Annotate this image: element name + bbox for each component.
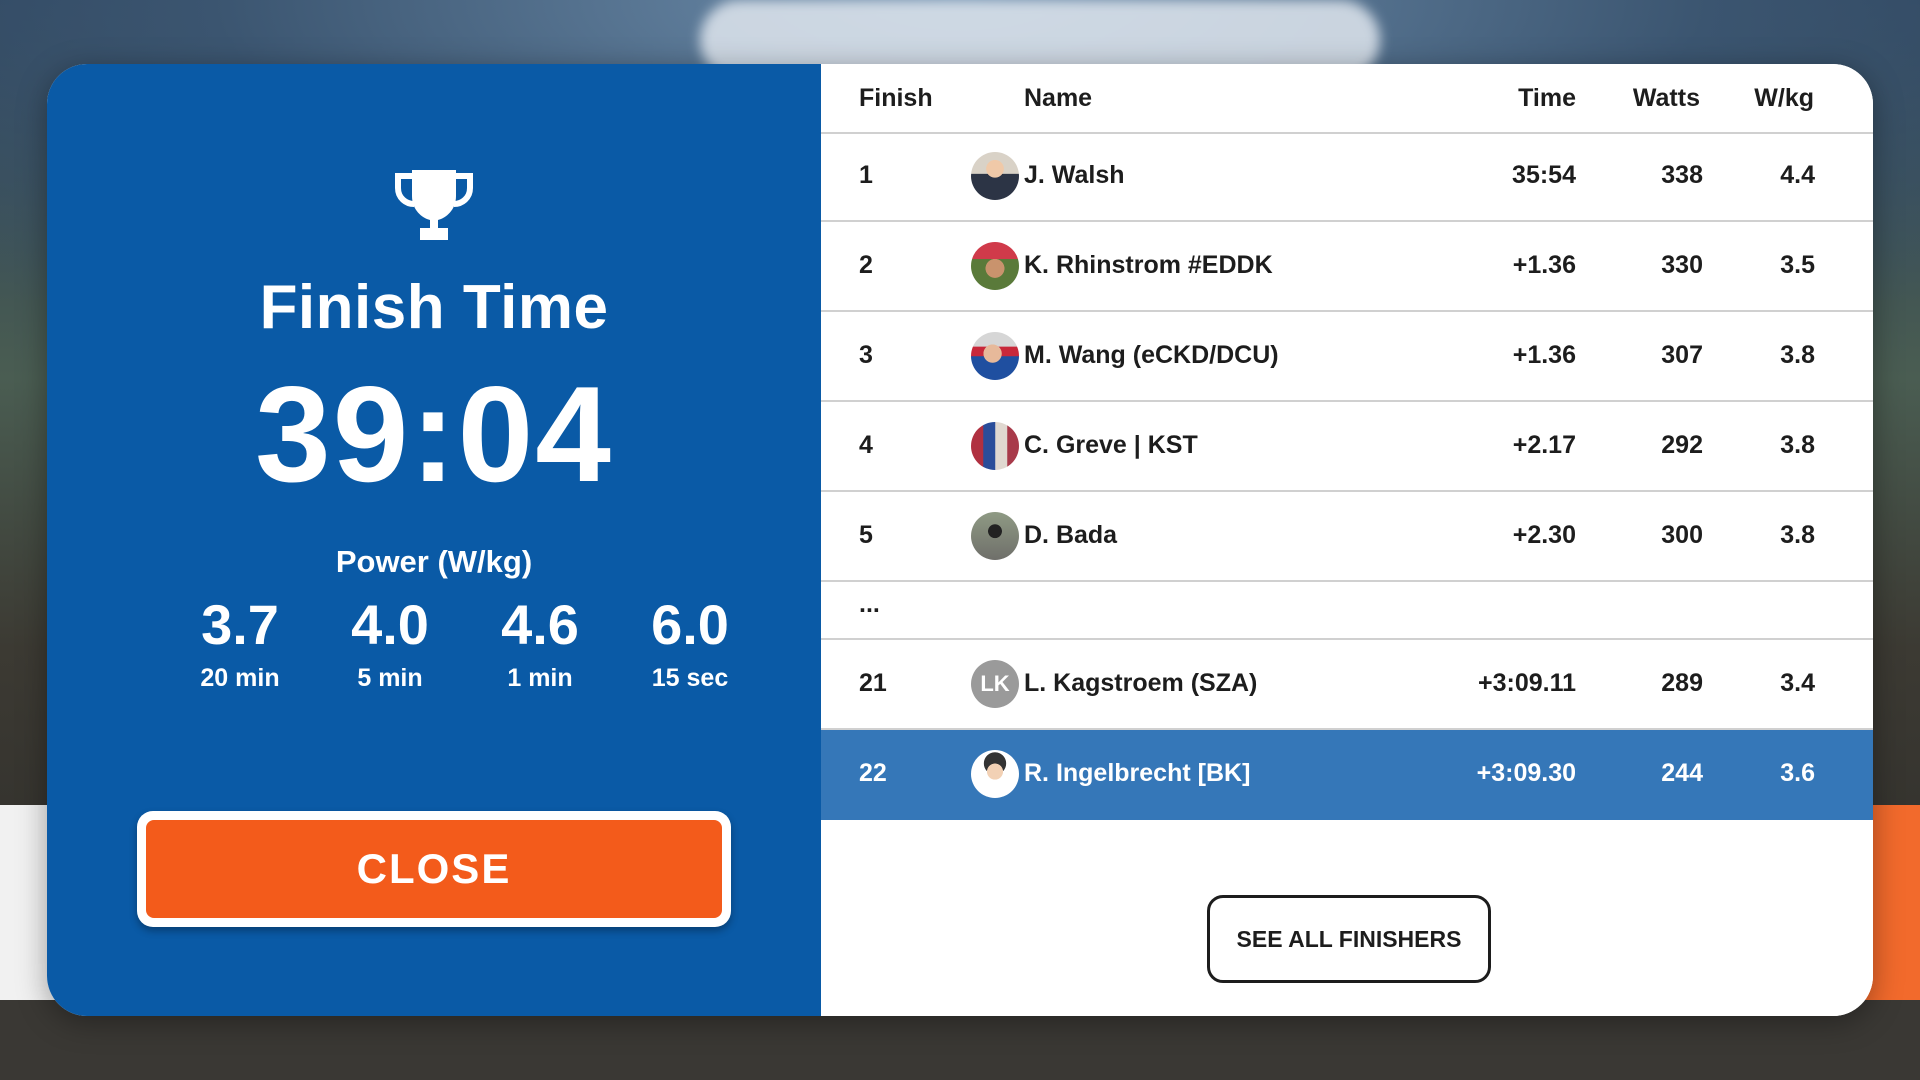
results-gap: ... xyxy=(821,582,1873,640)
table-row[interactable]: 5 D. Bada +2.30 300 3.8 xyxy=(821,492,1873,582)
power-stat: 3.7 20 min xyxy=(170,594,310,693)
finish-time-value: 39:04 xyxy=(255,358,613,510)
header-watts: Watts xyxy=(1632,84,1700,112)
table-row[interactable]: 2 K. Rhinstrom #EDDK +1.36 330 3.5 xyxy=(821,222,1873,312)
header-wkg: W/kg xyxy=(1754,84,1814,112)
rider-watts: 338 xyxy=(1661,161,1703,189)
rider-avatar xyxy=(971,332,1019,380)
rider-name: K. Rhinstrom #EDDK xyxy=(1024,251,1273,279)
see-all-finishers-button[interactable]: SEE ALL FINISHERS xyxy=(1207,895,1491,983)
power-value: 6.0 xyxy=(651,593,729,656)
power-duration: 5 min xyxy=(357,663,423,692)
finish-position: 22 xyxy=(859,759,887,787)
summary-panel: Finish Time 39:04 Power (W/kg) 3.7 20 mi… xyxy=(47,64,821,1016)
finish-position: 21 xyxy=(859,669,887,697)
rider-time: +1.36 xyxy=(1512,251,1576,279)
rider-time: +2.17 xyxy=(1512,431,1576,459)
rider-avatar xyxy=(971,152,1019,200)
rider-name: R. Ingelbrecht [BK] xyxy=(1024,759,1251,787)
rider-wkg: 3.8 xyxy=(1780,431,1815,459)
rider-time: +3:09.11 xyxy=(1477,669,1576,697)
rider-watts: 307 xyxy=(1661,341,1703,369)
rider-name: M. Wang (eCKD/DCU) xyxy=(1024,341,1279,369)
power-label: Power (W/kg) xyxy=(335,544,533,579)
rider-avatar xyxy=(971,242,1019,290)
rider-wkg: 3.8 xyxy=(1780,341,1815,369)
rider-wkg: 3.5 xyxy=(1780,251,1815,279)
rider-name: J. Walsh xyxy=(1024,161,1125,189)
ellipsis-text: ... xyxy=(859,590,880,618)
power-stats: 3.7 20 min 4.0 5 min 4.6 1 min 6.0 15 se… xyxy=(170,594,760,693)
rider-avatar xyxy=(971,512,1019,560)
rider-time: +2.30 xyxy=(1512,521,1576,549)
rider-name: C. Greve | KST xyxy=(1024,431,1198,459)
header-time: Time xyxy=(1518,84,1576,112)
rider-name: L. Kagstroem (SZA) xyxy=(1024,669,1258,697)
power-value: 4.6 xyxy=(501,593,579,656)
power-duration: 15 sec xyxy=(651,663,729,692)
rider-avatar: LK xyxy=(971,660,1019,708)
table-row[interactable]: 4 C. Greve | KST +2.17 292 3.8 xyxy=(821,402,1873,492)
rider-watts: 330 xyxy=(1661,251,1703,279)
rider-avatar xyxy=(971,422,1019,470)
rider-time: +1.36 xyxy=(1512,341,1576,369)
rider-name: D. Bada xyxy=(1024,521,1118,549)
close-button-label: CLOSE xyxy=(146,820,722,918)
rider-watts: 292 xyxy=(1661,431,1703,459)
finish-position: 5 xyxy=(859,521,873,549)
table-row[interactable]: 3 M. Wang (eCKD/DCU) +1.36 307 3.8 xyxy=(821,312,1873,402)
power-stat: 6.0 15 sec xyxy=(620,594,760,693)
rider-wkg: 4.4 xyxy=(1780,161,1815,189)
finish-time-title: Finish Time xyxy=(259,273,609,342)
power-stat: 4.0 5 min xyxy=(320,594,460,693)
power-duration: 1 min xyxy=(507,663,573,692)
power-duration: 20 min xyxy=(200,663,280,692)
rider-watts: 244 xyxy=(1661,759,1703,787)
finish-position: 4 xyxy=(859,431,873,459)
results-modal: Finish Time 39:04 Power (W/kg) 3.7 20 mi… xyxy=(47,64,1873,1016)
results-table: Finish Name Time Watts W/kg 1 J. Walsh 3… xyxy=(821,64,1873,1016)
trophy-icon xyxy=(395,170,473,240)
table-row[interactable]: 1 J. Walsh 35:54 338 4.4 xyxy=(821,132,1873,222)
header-finish: Finish xyxy=(859,84,933,112)
power-value: 3.7 xyxy=(201,593,279,656)
rider-watts: 289 xyxy=(1661,669,1703,697)
finish-position: 3 xyxy=(859,341,873,369)
close-button[interactable]: CLOSE xyxy=(137,811,731,927)
power-value: 4.0 xyxy=(351,593,429,656)
power-stat: 4.6 1 min xyxy=(470,594,610,693)
rider-wkg: 3.8 xyxy=(1780,521,1815,549)
rider-time: 35:54 xyxy=(1512,161,1576,189)
table-header: Finish Name Time Watts W/kg xyxy=(821,64,1873,134)
rider-watts: 300 xyxy=(1661,521,1703,549)
rider-avatar xyxy=(971,750,1019,798)
rider-time: +3:09.30 xyxy=(1476,759,1576,787)
table-row-current-user[interactable]: 22 R. Ingelbrecht [BK] +3:09.30 244 3.6 xyxy=(821,730,1873,820)
finish-position: 1 xyxy=(859,161,873,189)
finish-position: 2 xyxy=(859,251,873,279)
table-row[interactable]: 21 LK L. Kagstroem (SZA) +3:09.11 289 3.… xyxy=(821,640,1873,730)
rider-wkg: 3.6 xyxy=(1780,759,1815,787)
header-name: Name xyxy=(1024,84,1093,112)
rider-wkg: 3.4 xyxy=(1780,669,1815,697)
